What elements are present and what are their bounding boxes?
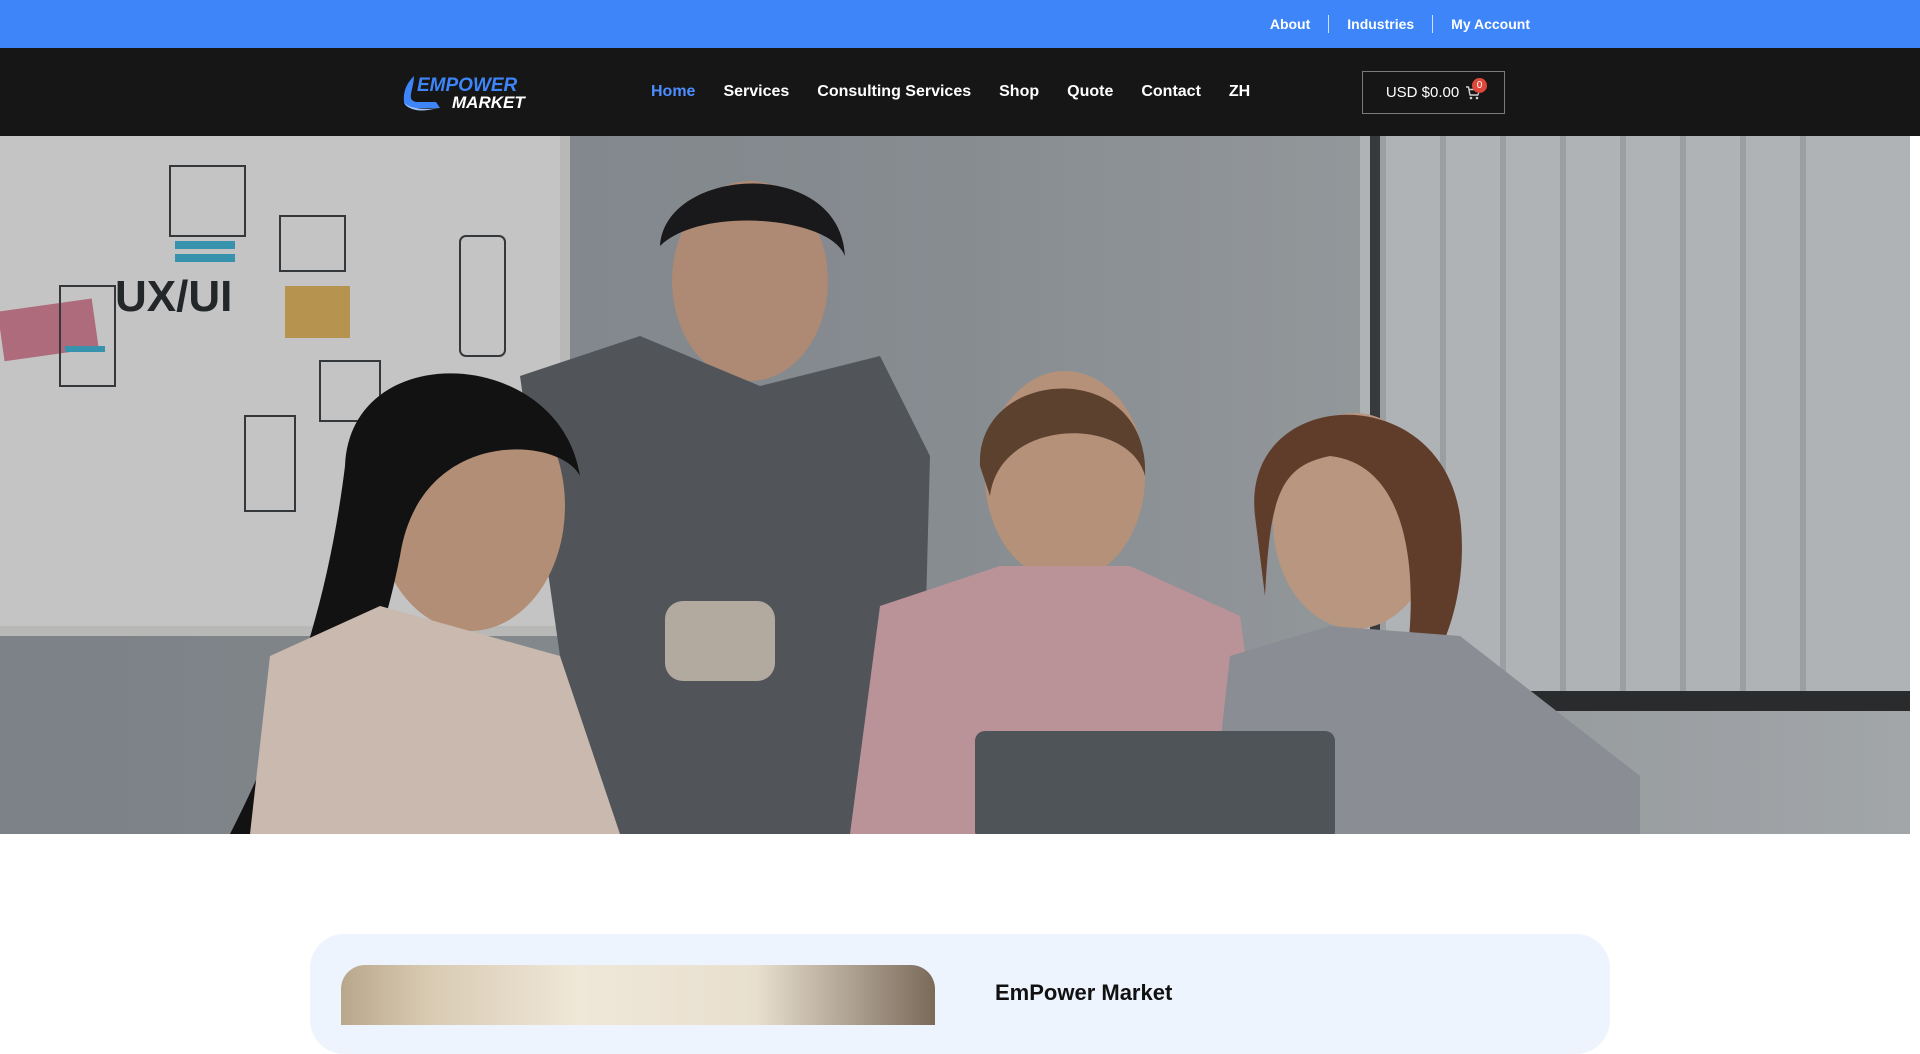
nav-services[interactable]: Services (709, 83, 803, 101)
nav-home[interactable]: Home (637, 83, 709, 101)
hero-illustration: UX/UI (0, 136, 1910, 834)
cart-total: USD $0.00 (1385, 84, 1460, 101)
top-links: About Industries My Account (1252, 0, 1530, 48)
top-link-industries[interactable]: Industries (1329, 16, 1432, 32)
nav-contact[interactable]: Contact (1127, 83, 1215, 101)
nav-shop[interactable]: Shop (985, 83, 1053, 101)
section-title: EmPower Market (995, 980, 1173, 1005)
hero-image: UX/UI (0, 136, 1910, 834)
nav-quote[interactable]: Quote (1053, 83, 1127, 101)
nav-consulting-services[interactable]: Consulting Services (803, 83, 985, 101)
nav-language-zh[interactable]: ZH (1215, 83, 1264, 101)
main-nav: Home Services Consulting Services Shop Q… (637, 48, 1264, 136)
intro-image (341, 965, 935, 1025)
logo-line-2: MARKET (452, 93, 526, 112)
site-logo[interactable]: EMPOWER MARKET (400, 72, 530, 112)
cart-button[interactable]: USD $0.00 (1362, 71, 1505, 114)
top-utility-bar: About Industries My Account (0, 0, 1920, 48)
cart-count-badge: 0 (1472, 78, 1487, 93)
main-header: EMPOWER MARKET Home Services Consulting … (0, 48, 1920, 136)
top-link-about[interactable]: About (1252, 16, 1328, 32)
top-link-my-account[interactable]: My Account (1433, 16, 1530, 32)
